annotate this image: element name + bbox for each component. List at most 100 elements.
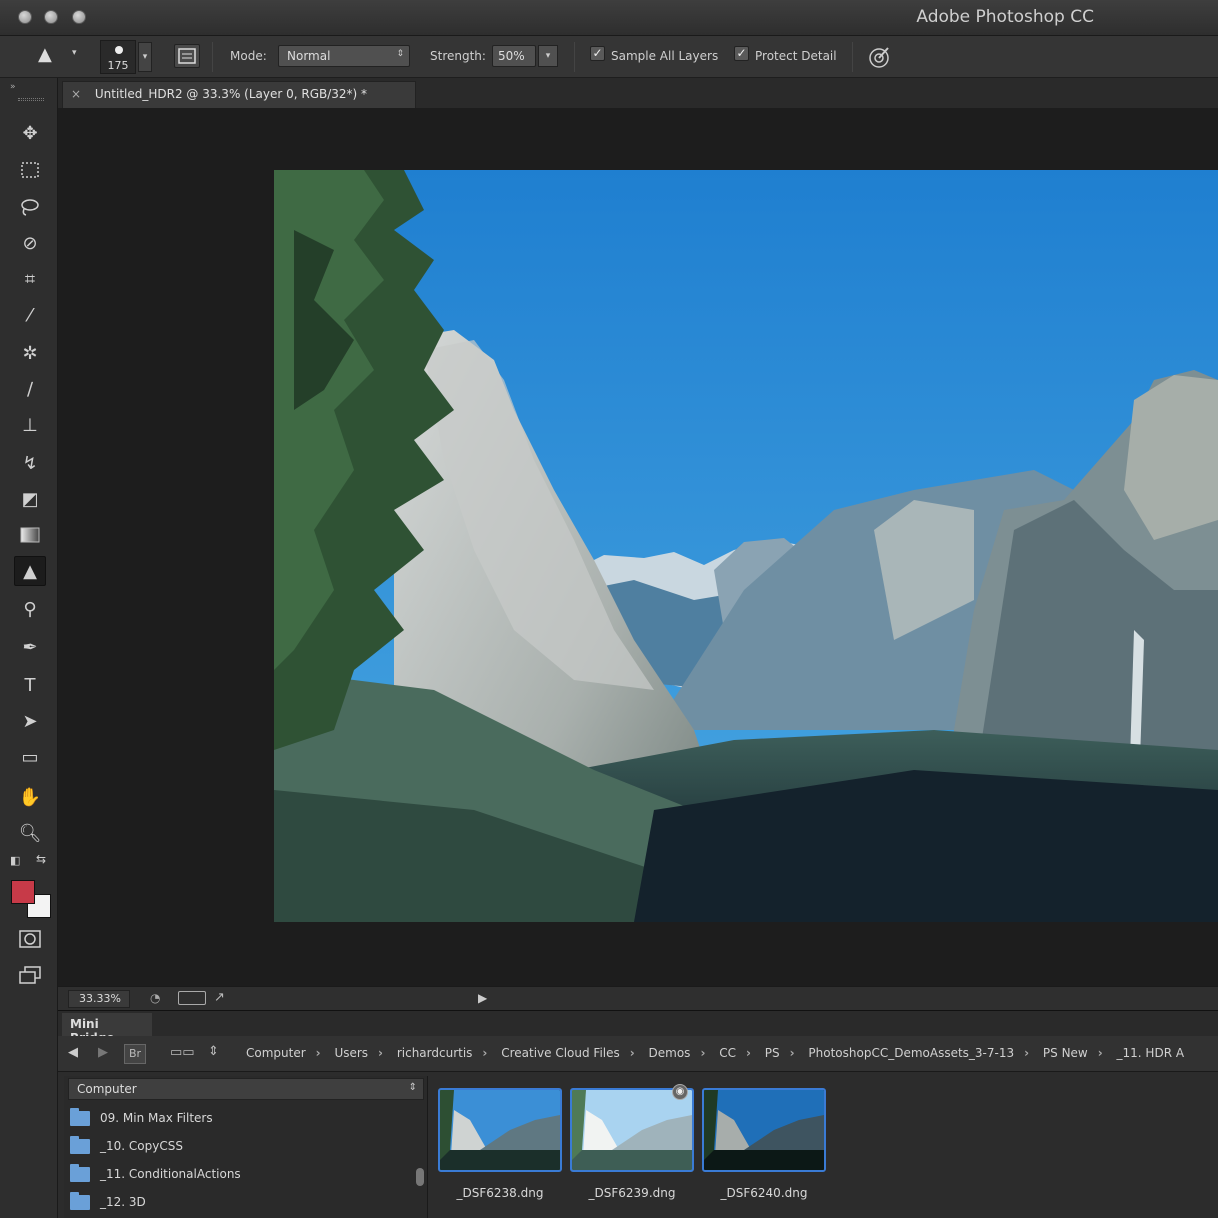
file-name: _DSF6239.dng: [588, 1186, 676, 1200]
zoom-level-field[interactable]: 33.33%: [68, 990, 130, 1008]
mini-bridge-tab[interactable]: Mini Bridge: [62, 1013, 152, 1045]
strength-value: 50%: [498, 49, 525, 63]
tools-panel: » ✥ ⊘ ⌗ ⁄ ✲ ∕ ⊥ ↯ ◩ ▲ ⚲ ✒ T ➤ ▭ ✋ 🔍︎ ◧ ⇆: [0, 78, 58, 1218]
hand-tool-icon[interactable]: ✋: [14, 782, 46, 812]
strength-slider-caret-icon[interactable]: ▾: [538, 45, 558, 67]
close-window-button[interactable]: [18, 10, 32, 24]
sample-all-layers-checkbox[interactable]: ✓: [590, 46, 605, 61]
panel-collapse-icon[interactable]: »: [10, 82, 16, 92]
mini-bridge-header: Mini Bridge: [58, 1010, 1218, 1045]
file-name: _DSF6238.dng: [456, 1186, 544, 1200]
bridge-launch-button[interactable]: Br: [124, 1044, 146, 1064]
breadcrumb-item[interactable]: PhotoshopCC_DemoAssets_3-7-13: [808, 1046, 1014, 1060]
sharpen-tool-preset-icon[interactable]: ▲: [38, 44, 58, 68]
protect-detail-label: Protect Detail: [755, 49, 837, 63]
folder-item[interactable]: _11. ConditionalActions: [70, 1162, 400, 1188]
zoom-tool-icon[interactable]: 🔍︎: [14, 818, 46, 848]
timing-icon[interactable]: [178, 991, 206, 1005]
close-document-icon[interactable]: ×: [71, 87, 81, 101]
folder-panel: Computer ⇕ 09. Min Max Filters _10. Copy…: [64, 1076, 428, 1218]
breadcrumb-item[interactable]: Users: [334, 1046, 368, 1060]
breadcrumb-item[interactable]: PS New: [1043, 1046, 1088, 1060]
strength-input[interactable]: 50%: [492, 45, 536, 67]
folder-icon: [70, 1136, 90, 1154]
sharpen-tool-icon[interactable]: ▲: [14, 556, 46, 586]
cloud-sync-icon[interactable]: ◔: [150, 991, 160, 1005]
screen-mode-icon[interactable]: [14, 960, 46, 990]
eyedropper-tool-icon[interactable]: ⁄: [14, 300, 46, 330]
folder-item[interactable]: _10. CopyCSS: [70, 1134, 400, 1160]
spot-healing-tool-icon[interactable]: ✲: [14, 338, 46, 368]
zoom-window-button[interactable]: [72, 10, 86, 24]
default-colors-icon[interactable]: ◧: [10, 854, 20, 867]
file-thumbnail[interactable]: [570, 1088, 694, 1172]
panel-grip[interactable]: [18, 98, 44, 101]
status-menu-arrow-icon[interactable]: ▶: [478, 991, 487, 1005]
folder-scrollbar[interactable]: [416, 1168, 424, 1186]
history-brush-tool-icon[interactable]: ↯: [14, 448, 46, 478]
pen-tool-icon[interactable]: ✒: [14, 632, 46, 662]
mode-label: Mode:: [230, 49, 267, 63]
dodge-tool-icon[interactable]: ⚲: [14, 594, 46, 624]
tool-preset-caret-icon[interactable]: ▾: [72, 48, 77, 58]
brush-panel-toggle-icon[interactable]: [174, 44, 200, 68]
rectangle-tool-icon[interactable]: ▭: [14, 742, 46, 772]
breadcrumb-item[interactable]: Demos: [649, 1046, 691, 1060]
crop-tool-icon[interactable]: ⌗: [14, 264, 46, 294]
share-icon[interactable]: ↗: [214, 990, 225, 1005]
folder-item[interactable]: 09. Min Max Filters: [70, 1106, 400, 1132]
mode-value: Normal: [287, 49, 331, 63]
brush-picker-caret-icon[interactable]: ▾: [138, 42, 152, 72]
location-dropdown[interactable]: Computer ⇕: [68, 1078, 424, 1100]
foreground-color-swatch[interactable]: [11, 880, 35, 904]
mini-bridge-content: Computer ⇕ 09. Min Max Filters _10. Copy…: [58, 1072, 1218, 1218]
lasso-tool-icon[interactable]: [14, 192, 46, 222]
swap-colors-icon[interactable]: ⇆: [36, 852, 46, 866]
minimize-window-button[interactable]: [44, 10, 58, 24]
breadcrumb-item[interactable]: PS: [765, 1046, 780, 1060]
breadcrumb-item[interactable]: _11. HDR A: [1117, 1046, 1185, 1060]
document-tab[interactable]: × Untitled_HDR2 @ 33.3% (Layer 0, RGB/32…: [62, 81, 416, 108]
breadcrumb-item[interactable]: richardcurtis: [397, 1046, 473, 1060]
breadcrumb-item[interactable]: Computer: [246, 1046, 306, 1060]
marquee-tool-icon[interactable]: [14, 155, 46, 185]
canvas-image[interactable]: [274, 170, 1218, 922]
document-tab-bar: × Untitled_HDR2 @ 33.3% (Layer 0, RGB/32…: [58, 78, 1218, 108]
folder-icon: [70, 1192, 90, 1210]
status-bar: 33.33% ◔ ↗ ▶: [58, 986, 1218, 1010]
forward-arrow-icon[interactable]: ▶: [98, 1045, 108, 1060]
path-selection-tool-icon[interactable]: ➤: [14, 706, 46, 736]
brush-tip-icon: [115, 46, 123, 54]
file-thumbnail[interactable]: [438, 1088, 562, 1172]
updown-caret-icon: ⇕: [408, 1082, 417, 1093]
quick-selection-tool-icon[interactable]: ⊘: [14, 228, 46, 258]
folder-label: _11. ConditionalActions: [100, 1167, 241, 1181]
gradient-tool-icon[interactable]: [14, 520, 46, 550]
folder-label: _12. 3D: [100, 1195, 146, 1209]
document-tab-title: Untitled_HDR2 @ 33.3% (Layer 0, RGB/32*)…: [94, 87, 368, 101]
sort-icon[interactable]: ⇕: [208, 1044, 219, 1059]
quick-mask-icon[interactable]: [14, 924, 46, 954]
thumbnail-badge-icon[interactable]: ◉: [672, 1084, 688, 1100]
location-value: Computer: [77, 1082, 137, 1096]
folder-icon: [70, 1164, 90, 1182]
strength-label: Strength:: [430, 49, 486, 63]
brush-size-value: 175: [107, 59, 129, 72]
folder-icon: [70, 1108, 90, 1126]
breadcrumb-item[interactable]: Creative Cloud Files: [501, 1046, 620, 1060]
clone-stamp-tool-icon[interactable]: ⊥: [14, 410, 46, 440]
file-thumbnail[interactable]: [702, 1088, 826, 1172]
brush-tool-icon[interactable]: ∕: [14, 374, 46, 404]
back-arrow-icon[interactable]: ◀: [68, 1045, 78, 1060]
protect-detail-checkbox[interactable]: ✓: [734, 46, 749, 61]
pressure-toggle-icon[interactable]: [866, 44, 892, 70]
eraser-tool-icon[interactable]: ◩: [14, 484, 46, 514]
view-options-icon[interactable]: ▭▭: [170, 1045, 195, 1060]
move-tool-icon[interactable]: ✥: [14, 118, 46, 148]
mode-dropdown[interactable]: Normal ⇕: [278, 45, 410, 67]
folder-item[interactable]: _12. 3D: [70, 1190, 400, 1216]
brush-preset-picker[interactable]: 175: [100, 40, 136, 74]
breadcrumb-item[interactable]: CC: [719, 1046, 736, 1060]
folder-label: 09. Min Max Filters: [100, 1111, 213, 1125]
type-tool-icon[interactable]: T: [14, 670, 46, 700]
